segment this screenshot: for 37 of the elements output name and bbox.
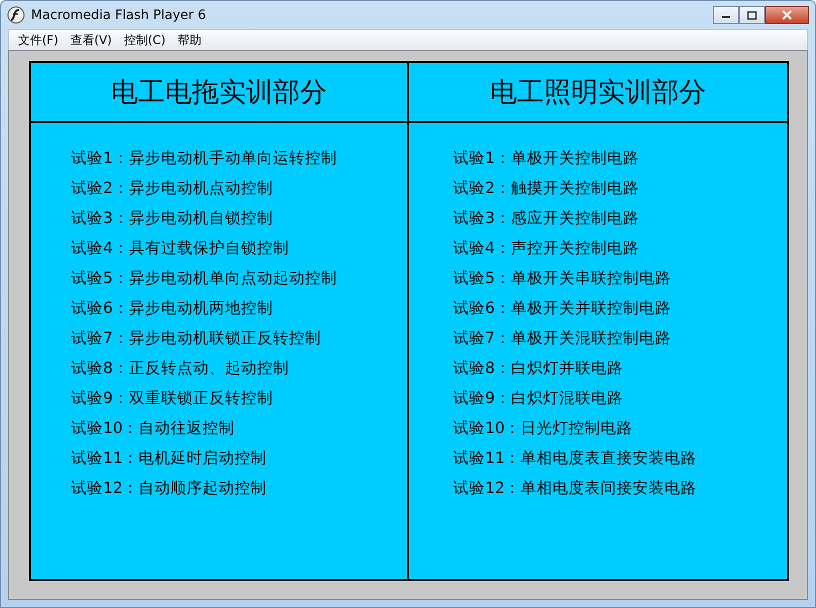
lesson-link[interactable]: 试验12：单相电度表间接安装电路	[453, 477, 787, 499]
lesson-link[interactable]: 试验6：单极开关并联控制电路	[453, 297, 787, 319]
lesson-link[interactable]: 试验3：感应开关控制电路	[453, 207, 787, 229]
lesson-link[interactable]: 试验2：触摸开关控制电路	[453, 177, 787, 199]
lesson-link[interactable]: 试验11：单相电度表直接安装电路	[453, 447, 787, 469]
menu-item[interactable]: 查看(V)	[65, 30, 117, 50]
menu-item[interactable]: 文件(F)	[13, 30, 64, 50]
close-button[interactable]	[765, 6, 809, 24]
flash-logo-icon	[7, 6, 25, 24]
minimize-button[interactable]	[713, 6, 739, 24]
lesson-link[interactable]: 试验4：具有过载保护自锁控制	[71, 237, 407, 259]
lesson-link[interactable]: 试验8：白炽灯并联电路	[453, 357, 787, 379]
lesson-link[interactable]: 试验2：异步电动机点动控制	[71, 177, 407, 199]
panel-heading: 电工照明实训部分	[409, 63, 787, 123]
lesson-link[interactable]: 试验8：正反转点动、起动控制	[71, 357, 407, 379]
window-title: Macromedia Flash Player 6	[31, 8, 208, 22]
lesson-link[interactable]: 试验4：声控开关控制电路	[453, 237, 787, 259]
lesson-link[interactable]: 试验5：单极开关串联控制电路	[453, 267, 787, 289]
panel-heading: 电工电拖实训部分	[31, 63, 407, 123]
lesson-link[interactable]: 试验12：自动顺序起动控制	[71, 477, 407, 499]
maximize-button[interactable]	[739, 6, 765, 24]
lesson-link[interactable]: 试验6：异步电动机两地控制	[71, 297, 407, 319]
lesson-link[interactable]: 试验10：自动往返控制	[71, 417, 407, 439]
lesson-link[interactable]: 试验7：单极开关混联控制电路	[453, 327, 787, 349]
lesson-link[interactable]: 试验1：异步电动机手动单向运转控制	[71, 147, 407, 169]
maximize-icon	[747, 10, 757, 20]
lesson-link[interactable]: 试验9：白炽灯混联电路	[453, 387, 787, 409]
lesson-link[interactable]: 试验11：电机延时启动控制	[71, 447, 407, 469]
close-icon	[781, 10, 793, 20]
lesson-link[interactable]: 试验10：日光灯控制电路	[453, 417, 787, 439]
lesson-link[interactable]: 试验1：单极开关控制电路	[453, 147, 787, 169]
lesson-link[interactable]: 试验3：异步电动机自锁控制	[71, 207, 407, 229]
menu-item[interactable]: 控制(C)	[118, 30, 171, 50]
lesson-link[interactable]: 试验5：异步电动机单向点动起动控制	[71, 267, 407, 289]
lesson-link[interactable]: 试验9：双重联锁正反转控制	[71, 387, 407, 409]
lesson-link[interactable]: 试验7：异步电动机联锁正反转控制	[71, 327, 407, 349]
menu-item[interactable]: 帮助	[172, 30, 207, 50]
